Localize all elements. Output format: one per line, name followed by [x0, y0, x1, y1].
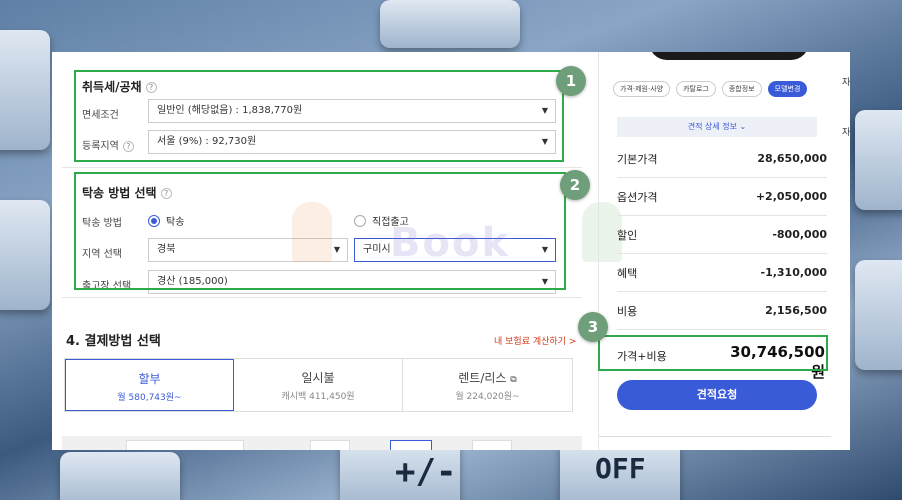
chip-model-change[interactable]: 모델변경 [767, 81, 808, 97]
price-row-base: 기본가격 28,650,000 [617, 140, 827, 178]
background-off-key-glyph: OFF [595, 452, 646, 485]
side-fragment-glyph: 자 [842, 78, 851, 88]
background-calculator-key [0, 30, 50, 150]
price-row-value: -800,000 [772, 228, 827, 241]
background-calculator-key [855, 260, 902, 370]
car-quote-panel: 취득세/공채? 면세조건 일반인 (해당없음) : 1,838,770원 ▼ 등… [52, 52, 850, 450]
bottom-options-strip [62, 436, 582, 450]
tab-rent-lease-sub: 월 224,020원~ [455, 392, 520, 402]
tab-rent-lease-label-text: 렌트/리스 [458, 371, 507, 385]
car-image [649, 52, 809, 60]
step-badge-1: 1 [556, 66, 586, 96]
tab-lump-sum-sub: 캐시백 411,450원 [281, 392, 355, 402]
price-row-value: +2,050,000 [755, 190, 827, 203]
highlight-box-delivery [74, 172, 566, 290]
price-row-value: 28,650,000 [757, 152, 827, 165]
tab-installment-label: 할부 [138, 372, 161, 386]
price-row-label: 비용 [617, 304, 638, 318]
background-calculator-key [380, 0, 520, 48]
price-row-options: 옵션가격 +2,050,000 [617, 178, 827, 216]
summary-chips: 가격·제원·사양 카탈로그 종합정보 모델변경 [613, 81, 808, 97]
step-badge-2: 2 [560, 170, 590, 200]
tab-installment[interactable]: 할부 월 580,743원~ [65, 359, 234, 411]
price-row-label: 기본가격 [617, 152, 658, 166]
highlight-box-tax [74, 70, 564, 162]
strip-field[interactable] [390, 440, 432, 450]
tab-rent-lease-label: 렌트/리스 ⧉ [403, 369, 572, 386]
strip-field[interactable] [126, 440, 244, 450]
payment-title: 4. 결제방법 선택 [66, 330, 161, 349]
price-row-cost: 비용 2,156,500 [617, 292, 827, 330]
background-calculator-key [855, 110, 902, 210]
step-badge-3: 3 [578, 312, 608, 342]
price-row-label: 혜택 [617, 266, 638, 280]
tab-lump-sum-label: 일시불 [301, 371, 335, 385]
price-row-discount: 할인 -800,000 [617, 216, 827, 254]
background-calculator-key [60, 452, 180, 500]
tab-rent-lease[interactable]: 렌트/리스 ⧉ 월 224,020원~ [403, 359, 572, 411]
strip-field[interactable] [472, 440, 512, 450]
background-plus-minus-key-glyph: +/- [395, 452, 457, 492]
highlight-box-total [598, 335, 828, 371]
payment-title-text: 4. 결제방법 선택 [66, 334, 161, 349]
chip-overview[interactable]: 종합정보 [721, 81, 762, 97]
side-fragment-glyph: 자 [842, 128, 851, 138]
request-quote-button[interactable]: 견적요청 [617, 380, 817, 410]
chip-catalog[interactable]: 카탈로그 [676, 81, 716, 97]
price-row-label: 옵션가격 [617, 190, 658, 204]
tab-lump-sum[interactable]: 일시불 캐시백 411,450원 [234, 359, 403, 411]
chevron-down-icon: ⌄ [739, 122, 747, 131]
price-row-value: -1,310,000 [760, 266, 828, 279]
background-calculator-key [0, 200, 50, 310]
price-row-value: 2,156,500 [765, 304, 827, 317]
chip-price-specs[interactable]: 가격·제원·사양 [613, 81, 671, 97]
price-row-benefit: 혜택 -1,310,000 [617, 254, 827, 292]
payment-tabs: 할부 월 580,743원~ 일시불 캐시백 411,450원 렌트/리스 ⧉ … [64, 358, 573, 412]
external-link-icon: ⧉ [510, 375, 517, 385]
insurance-calc-link[interactable]: 내 보험료 계산하기 > [494, 334, 576, 347]
strip-field[interactable] [310, 440, 350, 450]
summary-bottom-box [599, 436, 831, 450]
insurance-calc-link-text: 내 보험료 계산하기 > [494, 337, 577, 347]
tab-installment-sub: 월 580,743원~ [117, 393, 182, 403]
price-summary: 가격·제원·사양 카탈로그 종합정보 모델변경 견적 상세 정보 ⌄ 기본가격 … [598, 52, 850, 450]
quote-detail-button-label: 견적 상세 정보 [687, 122, 737, 131]
price-row-label: 할인 [617, 228, 638, 242]
quote-detail-button[interactable]: 견적 상세 정보 ⌄ [617, 117, 817, 137]
